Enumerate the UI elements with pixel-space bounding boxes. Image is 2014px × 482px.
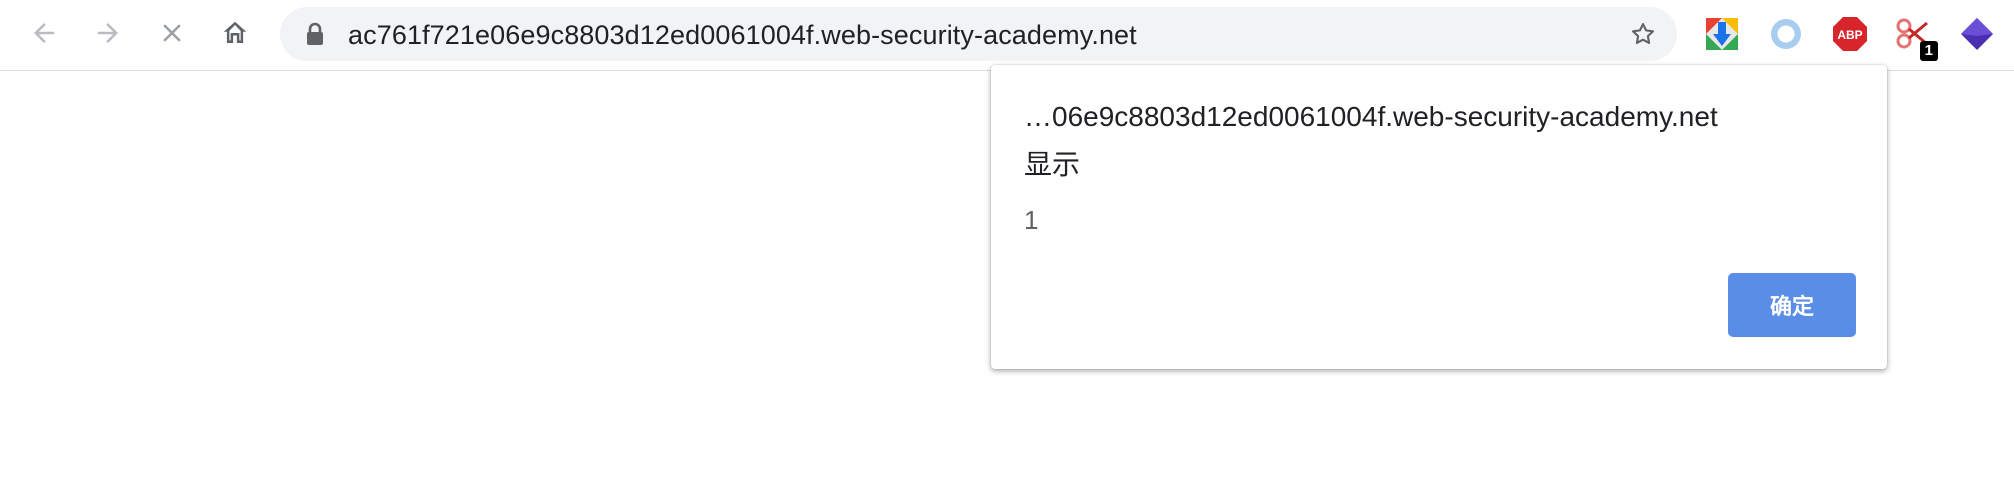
adblock-plus-icon[interactable]: ABP [1831,15,1869,53]
dialog-origin-text: …06e9c8803d12ed0061004f.web-security-aca… [1024,101,1718,132]
home-button[interactable] [215,13,255,53]
diamond-extension-icon[interactable] [1958,15,1996,53]
back-button[interactable] [24,13,64,53]
circle-extension-icon[interactable] [1767,15,1805,53]
close-icon [157,18,187,48]
abp-label: ABP [1837,28,1862,42]
forward-button[interactable] [88,13,128,53]
address-bar[interactable]: ac761f721e06e9c8803d12ed0061004f.web-sec… [280,7,1677,61]
google-drive-download-icon[interactable] [1703,15,1741,53]
dialog-message: 1 [1024,205,1039,235]
arrow-right-icon [93,18,123,48]
bookmark-star-icon[interactable] [1629,20,1657,53]
alert-dialog: …06e9c8803d12ed0061004f.web-security-aca… [991,65,1887,369]
dialog-title: 显示 [1024,148,1081,181]
scissors-extension-icon[interactable]: 1 [1894,15,1938,61]
stop-button[interactable] [152,13,192,53]
extension-badge: 1 [1919,41,1938,61]
url-text: ac761f721e06e9c8803d12ed0061004f.web-sec… [348,20,1137,50]
ok-button[interactable]: 确定 [1728,273,1856,337]
home-icon [220,18,250,48]
lock-icon [304,22,326,51]
browser-toolbar: ac761f721e06e9c8803d12ed0061004f.web-sec… [0,0,2014,71]
arrow-left-icon [29,18,59,48]
